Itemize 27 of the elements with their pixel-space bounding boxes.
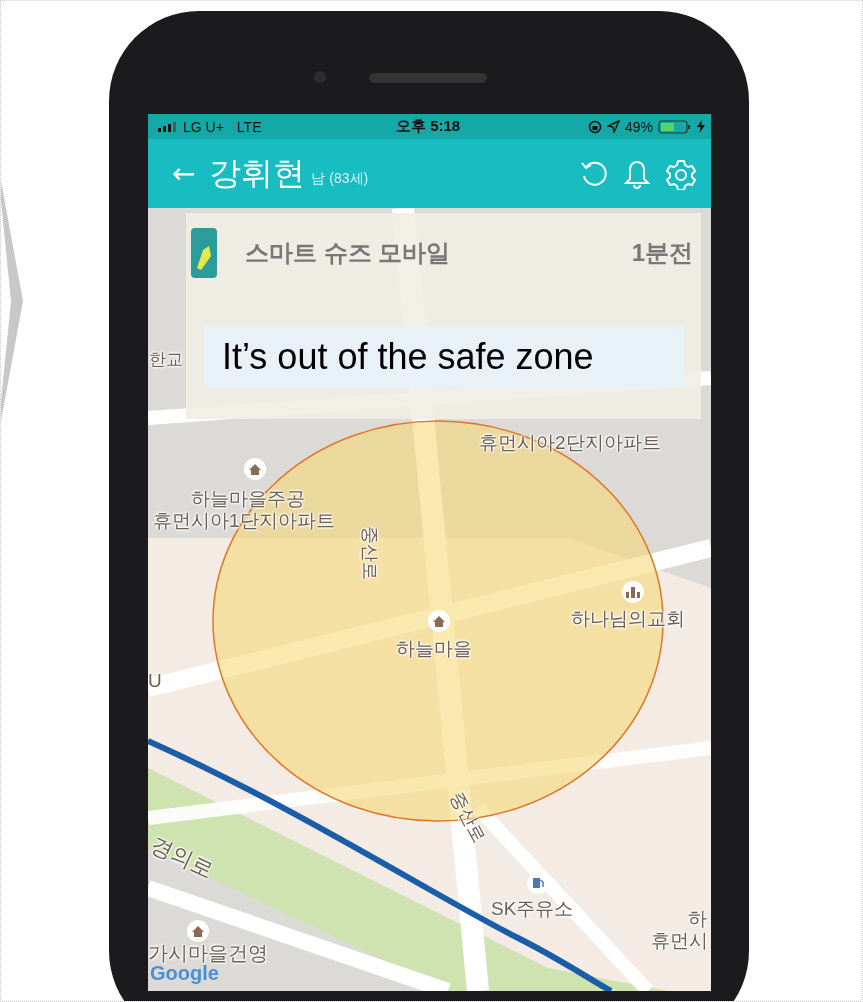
charging-bolt-icon bbox=[697, 120, 705, 133]
rotation-lock-icon bbox=[587, 119, 602, 134]
map-label: 하늘마을 bbox=[396, 637, 472, 661]
settings-icon[interactable] bbox=[665, 157, 697, 190]
app-name-text: 스마트 슈즈 모바일 bbox=[245, 238, 451, 268]
map-label: 가시마을건영 bbox=[148, 941, 268, 965]
map-label: SK주유소 bbox=[491, 897, 574, 921]
shoe-app-icon bbox=[191, 228, 217, 278]
battery-icon bbox=[658, 119, 692, 134]
map-label: 한교 bbox=[149, 349, 183, 371]
notification-time: 1분전 bbox=[631, 238, 693, 268]
network-text: LTE bbox=[236, 118, 262, 135]
battery-percent-text: 49% bbox=[624, 118, 653, 135]
map-label: 하 bbox=[688, 907, 707, 931]
location-arrow-icon bbox=[606, 120, 620, 133]
map-label: 중산로 bbox=[359, 526, 381, 580]
carrier-text: LG U+ bbox=[183, 118, 224, 135]
map-label: 휴먼시 bbox=[651, 929, 708, 953]
person-info: 남 (83세) bbox=[311, 169, 369, 188]
map-label: U bbox=[148, 670, 162, 692]
notification-banner[interactable]: 스마트 슈즈 모바일 1분전 It’s out of the safe zone bbox=[186, 213, 701, 419]
bell-icon[interactable] bbox=[623, 158, 651, 189]
signal-icon bbox=[158, 121, 178, 132]
person-name: 강휘현 bbox=[209, 153, 306, 193]
clock-text: 오후 5:18 bbox=[396, 117, 461, 136]
alert-message: It’s out of the safe zone bbox=[204, 326, 684, 388]
map-attribution: Google bbox=[150, 962, 219, 985]
